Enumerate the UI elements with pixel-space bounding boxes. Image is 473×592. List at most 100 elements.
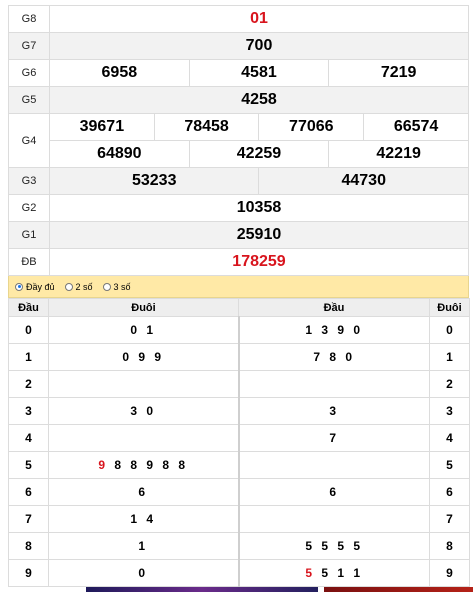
loto-duoi-values: 3 0 [48,397,240,425]
loto-dau-text: 7 [329,431,340,445]
loto-dau-digit: 7 [8,505,49,533]
label-g8: G8 [8,5,50,33]
loto-row: 7 1 4 7 [8,505,470,533]
loto-dau-values [238,370,430,398]
option-3-digits[interactable]: 3 số [102,281,131,292]
row-g4-b: 64890 42259 42219 [9,140,469,168]
loto-dau-text: 1 3 9 0 [305,323,364,337]
option-2-digits-label: 2 số [75,281,93,292]
num-g3-1: 53233 [48,167,260,195]
label-g6: G6 [8,59,50,87]
loto-duoi-digit: 4 [429,424,470,452]
loto-header: Đầu Đuôi Đầu Đuôi [8,298,470,317]
num-g6-1: 6958 [49,59,190,87]
loto-duoi-digit: 3 [429,397,470,425]
header-duoi-right: Đuôi [429,298,470,317]
radio-2-digits-icon[interactable] [64,282,73,291]
num-g4-3: 77066 [258,113,365,141]
num-g4-4: 66574 [363,113,469,141]
loto-duoi-digit: 1 [429,343,470,371]
loto-duoi-digit: 8 [429,532,470,560]
loto-dau-values: 1 3 9 0 [238,316,430,344]
row-g1: G1 25910 [8,221,469,249]
row-g5: G5 4258 [8,86,469,114]
loto-row: 22 [8,370,470,398]
loto-dau-values: 6 [238,478,430,506]
loto-dau-digit: 6 [8,478,49,506]
option-2-digits[interactable]: 2 số [64,281,93,292]
loto-dau-text: 6 [329,485,340,499]
num-g3-2: 44730 [258,167,469,195]
row-g4-a: G4 39671 78458 77066 66574 [8,113,469,168]
loto-dau-values: 3 [238,397,430,425]
loto-body: 00 11 3 9 0010 9 97 8 012233 03347459 8 … [8,316,470,587]
loto-duoi-digit: 6 [429,478,470,506]
loto-dau-text: 7 8 0 [313,350,356,364]
num-db: 178259 [49,248,469,276]
label-db: ĐB [8,248,50,276]
num-g4-7: 42219 [328,140,469,168]
loto-dau-values [238,505,430,533]
loto-duoi-values [48,370,240,398]
loto-table: Đầu Đuôi Đầu Đuôi 00 11 3 9 0010 9 97 8 … [8,298,470,587]
loto-dau-text: 5 1 1 [315,566,364,580]
loto-row: 4 7 4 [8,424,470,452]
row-g2: G2 10358 [8,194,469,222]
loto-row: 1 0 9 9 7 8 0 1 [8,343,470,371]
loto-duoi-values: 0 1 [48,316,240,344]
num-g4-5: 64890 [49,140,190,168]
loto-dau-digit: 3 [8,397,49,425]
loto-duoi-text: 1 [138,539,149,553]
option-full[interactable]: Đầy đủ [15,282,55,292]
loto-row: 6 6 6 6 [8,478,470,506]
num-g8: 01 [49,5,469,33]
num-g1: 25910 [49,221,469,249]
loto-dau-digit: 4 [8,424,49,452]
row-g7: G7 700 [8,32,469,60]
num-g4-2: 78458 [153,113,260,141]
loto-duoi-values: 0 [48,559,240,587]
row-g6: G6 6958 4581 7219 [8,59,469,87]
label-g4: G4 [8,113,50,168]
row-db: ĐB 178259 [8,248,469,276]
num-g7: 700 [49,32,469,60]
loto-duoi-values [48,424,240,452]
loto-duoi-text: 8 8 9 8 8 [108,458,189,472]
loto-dau-digit: 1 [8,343,49,371]
num-g6-3: 7219 [328,59,469,87]
loto-row: 8 1 5 5 5 5 8 [8,532,470,560]
label-g1: G1 [8,221,50,249]
loto-dau-text: 5 5 5 5 [305,539,364,553]
num-g4-6: 42259 [188,140,330,168]
loto-row: 905 5 1 19 [8,559,470,587]
prize-table: G8 01 G7 700 G6 6958 4581 7219 G5 4258 G… [8,5,469,276]
row-g3: G3 53233 44730 [8,167,469,195]
label-g3: G3 [8,167,50,195]
loto-duoi-values: 9 8 8 9 8 8 [48,451,240,479]
loto-dau-digit: 8 [8,532,49,560]
loto-dau-values: 5 5 5 5 [238,532,430,560]
loto-dau-digit: 0 [8,316,49,344]
num-g6-2: 4581 [188,59,330,87]
radio-full-icon[interactable] [15,282,23,291]
banner-left-image[interactable] [86,587,318,592]
display-options: Đầy đủ 2 số 3 số [8,276,469,298]
row-g8: G8 01 [8,5,469,33]
bottom-banner-strip [0,587,473,592]
loto-duoi-digit: 7 [429,505,470,533]
loto-row: 3 3 0 3 3 [8,397,470,425]
header-duoi-left: Đuôi [48,298,239,317]
banner-right-image[interactable] [324,587,473,592]
loto-duoi-values: 0 9 9 [48,343,240,371]
loto-dau-digit: 9 [8,559,49,587]
loto-dau-highlight: 5 [305,566,316,580]
option-3-digits-label: 3 số [113,281,131,292]
loto-duoi-values: 1 [48,532,240,560]
loto-duoi-digit: 9 [429,559,470,587]
loto-duoi-digit: 5 [429,451,470,479]
num-g2: 10358 [49,194,469,222]
loto-row: 59 8 8 9 8 85 [8,451,470,479]
loto-row: 0 0 1 1 3 9 0 0 [8,316,470,344]
loto-duoi-text: 1 4 [130,512,157,526]
radio-3-digits-icon[interactable] [102,282,111,291]
